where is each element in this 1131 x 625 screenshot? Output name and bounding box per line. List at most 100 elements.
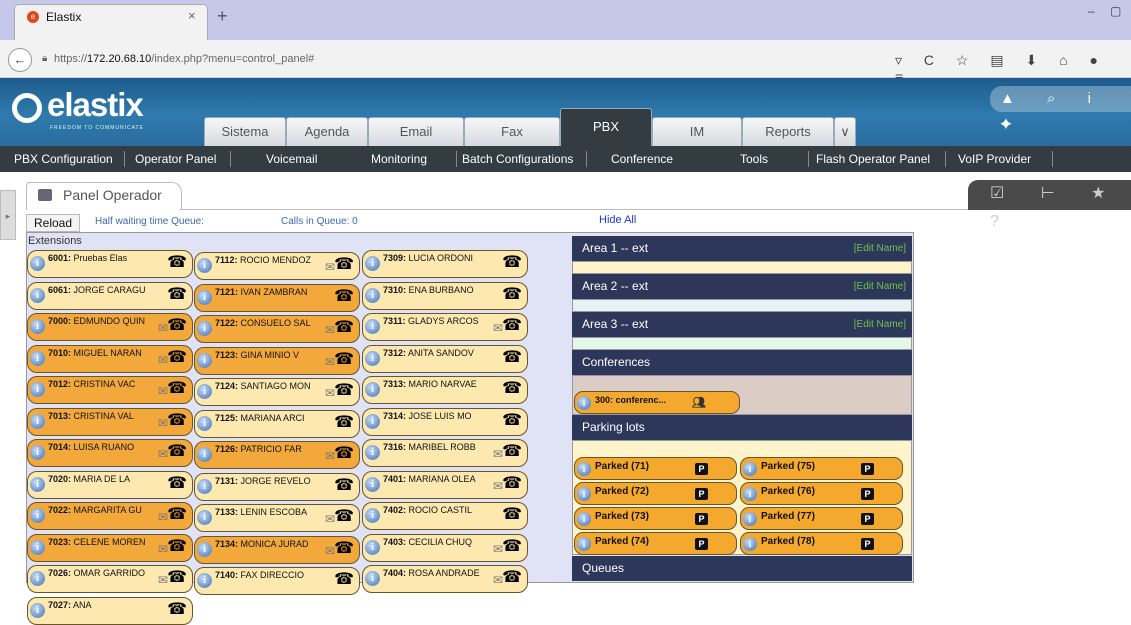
- info-icon[interactable]: i: [577, 487, 591, 501]
- info-icon[interactable]: i: [365, 571, 380, 586]
- extension-7404[interactable]: i 7404: ROSA ANDRADE ✉ ☎: [362, 565, 528, 593]
- info-icon[interactable]: i: [30, 319, 45, 334]
- extension-7401[interactable]: i 7401: MARIANA OLEA ✉ ☎: [362, 471, 528, 499]
- header-tool-icons[interactable]: ▲ ⌕ i ✦: [990, 86, 1131, 133]
- extension-6001[interactable]: i 6001: Pruebas Elas ☎: [27, 250, 193, 278]
- info-icon[interactable]: i: [743, 462, 757, 476]
- extension-7311[interactable]: i 7311: GLADYS ARCOS ✉ ☎: [362, 313, 528, 341]
- info-icon[interactable]: i: [30, 256, 45, 271]
- phone-icon[interactable]: ☎: [502, 570, 522, 586]
- info-icon[interactable]: i: [197, 290, 212, 305]
- info-icon[interactable]: i: [30, 508, 45, 523]
- page-action-icons[interactable]: ☑ ⊢ ★ ?: [968, 180, 1131, 230]
- phone-icon[interactable]: ☎: [334, 446, 354, 462]
- info-icon[interactable]: i: [197, 258, 212, 273]
- extension-7402[interactable]: i 7402: ROCIO CASTIL ☎: [362, 502, 528, 530]
- hide-all-link[interactable]: Hide All: [599, 214, 636, 226]
- info-icon[interactable]: i: [30, 351, 45, 366]
- extension-7309[interactable]: i 7309: LUCIA ORDONI ☎: [362, 250, 528, 278]
- phone-icon[interactable]: ☎: [334, 320, 354, 336]
- reload-button[interactable]: Reload: [26, 214, 80, 232]
- phone-icon[interactable]: ☎: [167, 476, 187, 492]
- info-icon[interactable]: i: [365, 445, 380, 460]
- phone-icon[interactable]: ☎: [502, 444, 522, 460]
- extension-7123[interactable]: i 7123: GINA MINIO V ✉ ☎: [194, 347, 360, 375]
- phone-icon[interactable]: ☎: [502, 507, 522, 523]
- extension-7121[interactable]: i 7121: IVAN ZAMBRAN ☎: [194, 284, 360, 312]
- menu-tab-reports[interactable]: Reports: [742, 117, 834, 146]
- phone-icon[interactable]: ☎: [502, 539, 522, 555]
- info-icon[interactable]: i: [197, 447, 212, 462]
- extension-7131[interactable]: i 7131: JORGE REVELO ☎: [194, 473, 360, 501]
- phone-icon[interactable]: ☎: [334, 572, 354, 588]
- phone-icon[interactable]: ☎: [502, 381, 522, 397]
- browser-tab[interactable]: [14, 4, 208, 40]
- info-icon[interactable]: i: [743, 537, 757, 551]
- close-tab-icon[interactable]: ×: [188, 8, 196, 23]
- submenu-batch-configurations[interactable]: Batch Configurations: [462, 146, 573, 172]
- info-icon[interactable]: i: [197, 542, 212, 557]
- submenu-monitoring[interactable]: Monitoring: [371, 146, 427, 172]
- phone-icon[interactable]: ☎: [334, 257, 354, 273]
- extension-7013[interactable]: i 7013: CRISTINA VAL ✉ ☎: [27, 408, 193, 436]
- edit-name-link[interactable]: [Edit Name]: [854, 236, 906, 261]
- parking-slot[interactable]: i Parked (75) P: [740, 457, 903, 480]
- phone-icon[interactable]: ☎: [167, 602, 187, 618]
- extension-7022[interactable]: i 7022: MARGARITA GU ✉ ☎: [27, 502, 193, 530]
- info-icon[interactable]: i: [197, 384, 212, 399]
- phone-icon[interactable]: ☎: [502, 413, 522, 429]
- info-icon[interactable]: i: [30, 445, 45, 460]
- phone-icon[interactable]: ☎: [334, 541, 354, 557]
- extension-7316[interactable]: i 7316: MARIBEL ROBB ✉ ☎: [362, 439, 528, 467]
- conference-room-300[interactable]: i 300: conferenc... 👥︎: [574, 391, 740, 414]
- phone-icon[interactable]: ☎: [334, 509, 354, 525]
- parking-slot[interactable]: i Parked (76) P: [740, 482, 903, 505]
- submenu-voip-provider[interactable]: VoIP Provider: [958, 146, 1031, 172]
- info-icon[interactable]: i: [30, 571, 45, 586]
- submenu-tools[interactable]: Tools: [740, 146, 768, 172]
- phone-icon[interactable]: ☎: [334, 289, 354, 305]
- extension-7020[interactable]: i 7020: MARIA DE LA ☎: [27, 471, 193, 499]
- phone-icon[interactable]: ☎: [167, 507, 187, 523]
- info-icon[interactable]: i: [577, 537, 591, 551]
- parking-slot[interactable]: i Parked (73) P: [574, 507, 737, 530]
- extension-7140[interactable]: i 7140: FAX DIRECCIO ☎: [194, 567, 360, 595]
- phone-icon[interactable]: ☎: [334, 383, 354, 399]
- sidebar-toggle-icon[interactable]: ▸: [0, 190, 16, 240]
- info-icon[interactable]: i: [743, 487, 757, 501]
- phone-icon[interactable]: ☎: [502, 350, 522, 366]
- more-chevron-icon[interactable]: ∨: [834, 117, 856, 146]
- menu-tab-fax[interactable]: Fax: [464, 117, 560, 146]
- extension-7312[interactable]: i 7312: ANITA SANDOV ☎: [362, 345, 528, 373]
- window-controls[interactable]: – ▢: [1088, 4, 1127, 18]
- info-icon[interactable]: i: [30, 382, 45, 397]
- edit-name-link[interactable]: [Edit Name]: [854, 312, 906, 337]
- info-icon[interactable]: i: [365, 319, 380, 334]
- new-tab-icon[interactable]: +: [217, 6, 228, 27]
- info-icon[interactable]: i: [30, 288, 45, 303]
- phone-icon[interactable]: ☎: [167, 255, 187, 271]
- parking-slot[interactable]: i Parked (74) P: [574, 532, 737, 555]
- menu-tab-pbx[interactable]: PBX: [560, 108, 652, 146]
- phone-icon[interactable]: ☎: [167, 381, 187, 397]
- info-icon[interactable]: i: [365, 414, 380, 429]
- info-icon[interactable]: i: [197, 573, 212, 588]
- extension-7027[interactable]: i 7027: ANA ☎: [27, 597, 193, 625]
- phone-icon[interactable]: ☎: [502, 476, 522, 492]
- info-icon[interactable]: i: [197, 353, 212, 368]
- extension-7124[interactable]: i 7124: SANTIAGO MON ✉ ☎: [194, 378, 360, 406]
- info-icon[interactable]: i: [365, 540, 380, 555]
- phone-icon[interactable]: ☎: [167, 318, 187, 334]
- parking-slot[interactable]: i Parked (72) P: [574, 482, 737, 505]
- info-icon[interactable]: i: [30, 603, 45, 618]
- menu-tab-sistema[interactable]: Sistema: [204, 117, 286, 146]
- phone-icon[interactable]: ☎: [334, 478, 354, 494]
- info-icon[interactable]: i: [365, 256, 380, 271]
- phone-icon[interactable]: ☎: [167, 539, 187, 555]
- menu-tab-agenda[interactable]: Agenda: [286, 117, 368, 146]
- info-icon[interactable]: i: [30, 414, 45, 429]
- phone-icon[interactable]: ☎: [167, 444, 187, 460]
- parking-slot[interactable]: i Parked (78) P: [740, 532, 903, 555]
- extension-7122[interactable]: i 7122: CONSUELO SAL ✉ ☎: [194, 315, 360, 343]
- info-icon[interactable]: i: [365, 477, 380, 492]
